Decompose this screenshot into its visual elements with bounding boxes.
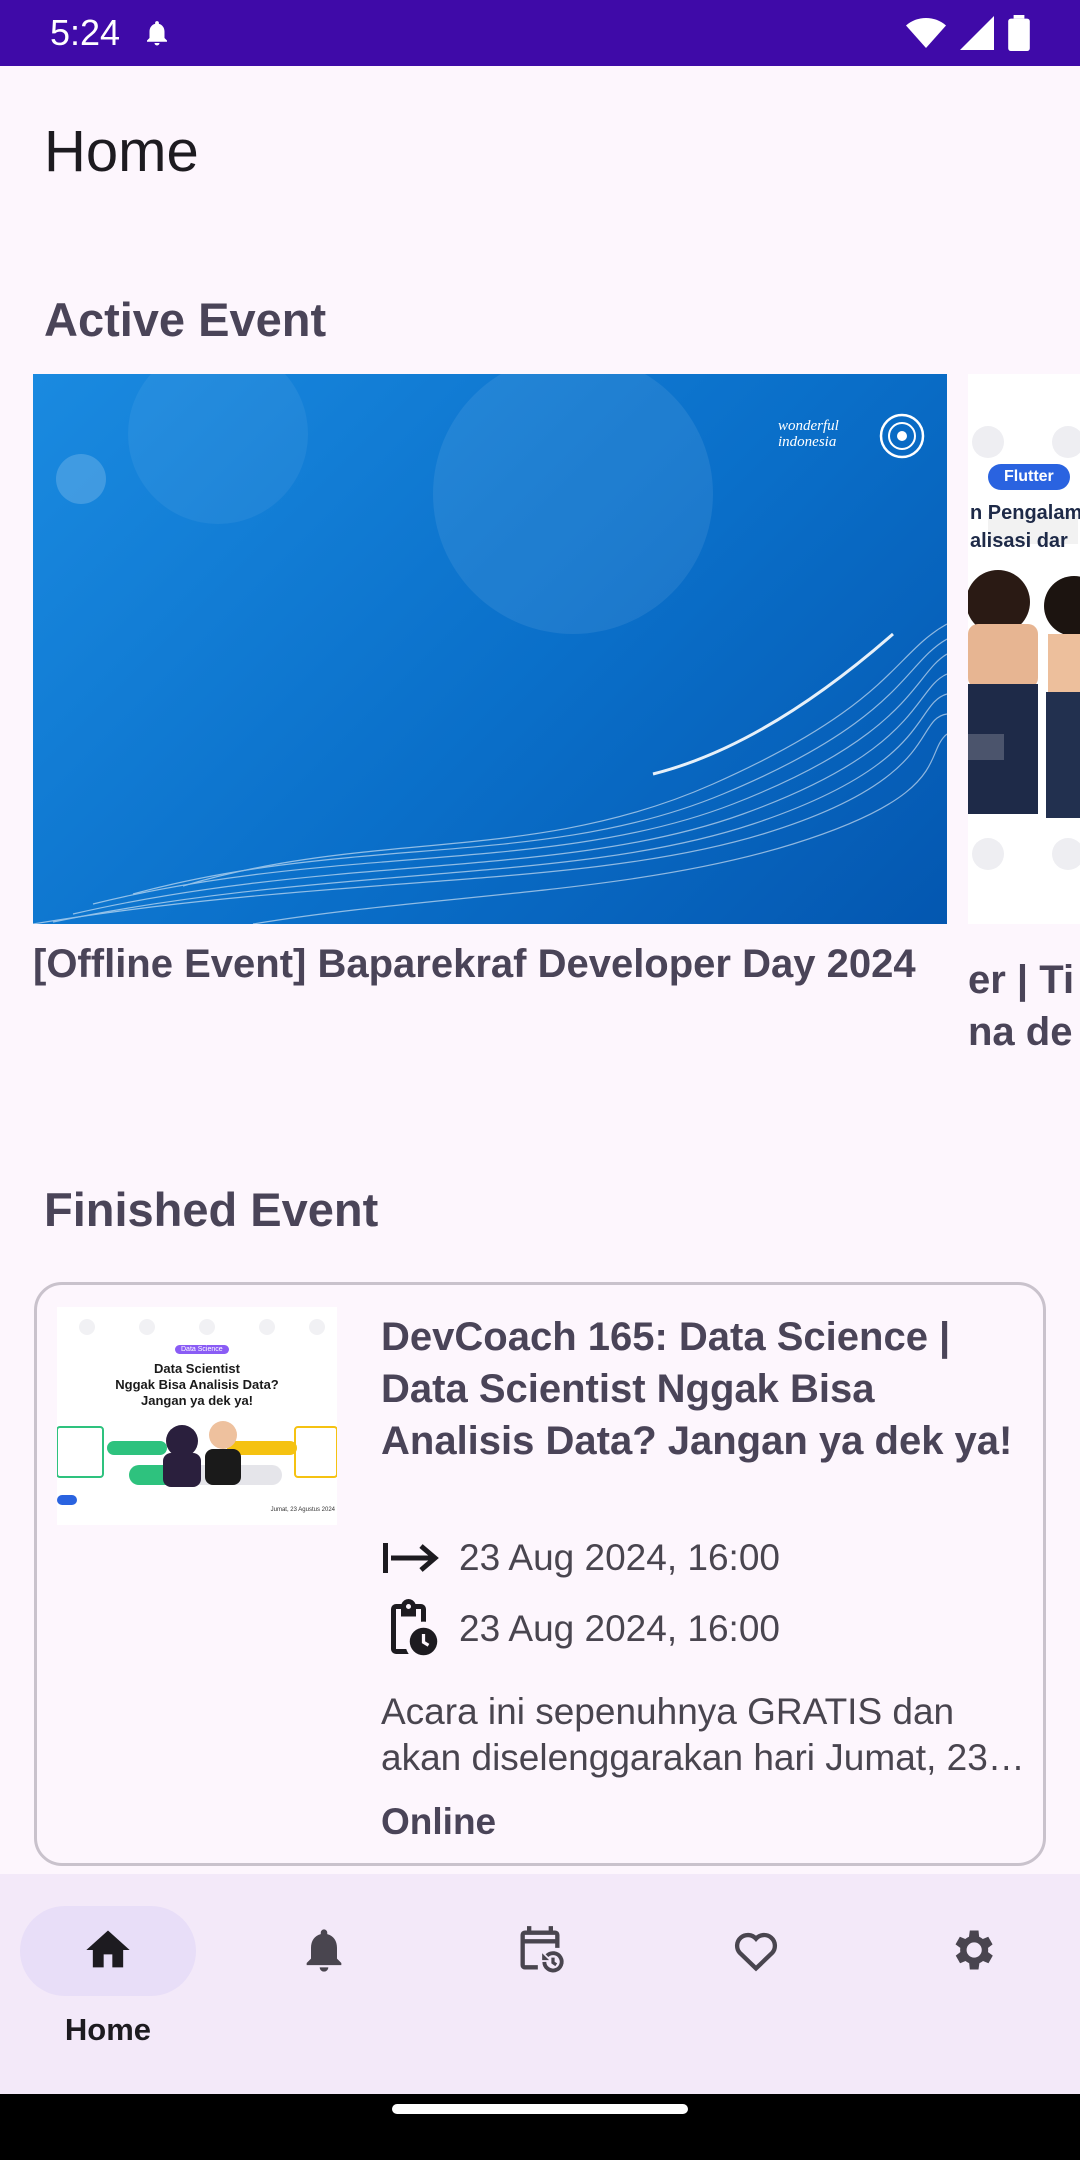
active-event-heading: Active Event: [44, 293, 327, 346]
banner-decoration: [968, 426, 1080, 870]
event-banner-image: wonderful indonesia: [33, 374, 947, 924]
ministry-emblem-icon: [879, 413, 925, 459]
end-time-text: 23 Aug 2024, 16:00: [459, 1608, 780, 1649]
status-bar: 5:24: [0, 0, 1080, 66]
thumbnail-date: Jumat, 23 Agustus 2024: [270, 1507, 335, 1513]
active-event-carousel[interactable]: wonderful indonesia [Offline Event] Bapa…: [0, 374, 1080, 1074]
begin-time-text: 23 Aug 2024, 16:00: [459, 1537, 780, 1578]
banner-text-line: n Pengalam: [970, 502, 1080, 524]
bottom-navigation: Home: [0, 1874, 1080, 2094]
banner-decoration: [33, 374, 947, 924]
event-thumbnail-image: Data Science Data Scientist Nggak Bisa A…: [57, 1307, 337, 1525]
active-event-card[interactable]: wonderful indonesia [Offline Event] Bapa…: [33, 374, 947, 1074]
nav-item-favorite[interactable]: [648, 1874, 864, 2094]
arrow-right-to-line-icon: [383, 1543, 439, 1573]
nav-item-upcoming[interactable]: [216, 1874, 432, 2094]
home-gesture-handle[interactable]: [392, 2104, 688, 2114]
gear-icon: [955, 1930, 993, 1970]
heart-icon: [734, 1932, 778, 1972]
finished-event-description: Acara ini sepenuhnya GRATIS dan akan dis…: [381, 1691, 988, 1778]
notification-bell-icon: [147, 21, 168, 46]
active-event-title: er | Ti na de: [968, 958, 1075, 1054]
active-event-title: [Offline Event] Baparekraf Developer Day…: [33, 942, 916, 986]
page-title: Home: [44, 119, 199, 184]
battery-icon: [1008, 15, 1030, 51]
clipboard-clock-icon: [391, 1599, 438, 1656]
thumbnail-headline: Data Scientist: [154, 1361, 240, 1376]
thumbnail-badge: Data Science: [175, 1345, 229, 1354]
nav-item-finished[interactable]: [432, 1874, 648, 2094]
banner-text-line: alisasi dar: [970, 530, 1068, 552]
wonderful-indonesia-logo: wonderful indonesia: [778, 418, 839, 450]
status-icons: [906, 15, 1030, 51]
finished-event-heading: Finished Event: [44, 1183, 379, 1236]
finished-event-title: DevCoach 165: Data Science | Data Scient…: [381, 1315, 1013, 1463]
thumbnail-art: [57, 1307, 337, 1525]
bell-icon: [306, 1929, 342, 1972]
thumbnail-headline: Jangan ya dek ya!: [141, 1393, 253, 1408]
home-icon: [86, 1930, 130, 1968]
finished-event-card[interactable]: Data Science Data Scientist Nggak Bisa A…: [34, 1282, 1046, 1866]
end-time-row: 23 Aug 2024, 16:00: [381, 1599, 780, 1659]
begin-time-row: 23 Aug 2024, 16:00: [381, 1537, 780, 1579]
thumbnail-headline: Nggak Bisa Analisis Data?: [115, 1377, 279, 1392]
finished-event-type: Online: [381, 1801, 497, 1842]
nav-item-settings[interactable]: [864, 1874, 1080, 2094]
nav-item-home[interactable]: Home: [0, 1874, 216, 2094]
cell-signal-icon: [960, 16, 994, 50]
calendar-history-icon: [520, 1926, 564, 1973]
active-event-card[interactable]: Flutter n Pengalam alisasi dar er | Ti n…: [968, 374, 1080, 1074]
nav-label-home: Home: [64, 2012, 152, 2047]
event-category-badge: Flutter: [988, 464, 1070, 490]
status-time: 5:24: [50, 12, 121, 53]
wifi-icon: [906, 18, 946, 48]
event-banner-image: Flutter n Pengalam alisasi dar: [968, 374, 1080, 924]
